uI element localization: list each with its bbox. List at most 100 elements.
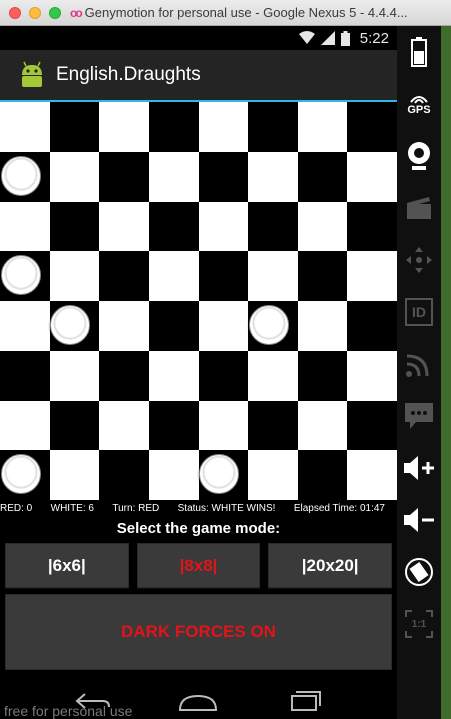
device-id-button[interactable]: ID (397, 286, 441, 338)
board-square[interactable] (99, 102, 149, 152)
board-square[interactable] (297, 102, 348, 152)
board-square[interactable] (49, 151, 100, 202)
board-square[interactable] (297, 350, 348, 401)
board-square[interactable] (99, 151, 149, 202)
app-title: English.Draughts (56, 64, 201, 85)
board-square[interactable] (0, 400, 50, 451)
game-info-bar: RED: 0 WHITE: 6 Turn: RED Status: WHITE … (0, 500, 397, 516)
board-square[interactable] (49, 400, 100, 451)
board-square[interactable] (297, 201, 348, 252)
board-square[interactable] (248, 350, 298, 401)
board-square[interactable] (347, 102, 397, 152)
webcam-button[interactable] (397, 130, 441, 182)
board-square[interactable] (297, 251, 348, 301)
white-piece[interactable] (50, 304, 91, 345)
board-square[interactable] (99, 251, 149, 301)
mode-8x8-button[interactable]: |8x8| (136, 543, 261, 588)
board-square[interactable] (49, 350, 100, 401)
turn-indicator: Turn: RED (112, 502, 160, 514)
board-square[interactable] (148, 350, 199, 401)
board-square[interactable] (248, 151, 298, 202)
board-square[interactable] (0, 201, 50, 252)
white-piece[interactable] (0, 454, 41, 495)
board-square[interactable] (99, 450, 149, 500)
white-piece[interactable] (0, 255, 41, 296)
window-title-text: Genymotion for personal use - Google Nex… (84, 5, 408, 20)
board-square[interactable] (347, 301, 397, 351)
board-square[interactable] (347, 151, 397, 202)
rotate-button[interactable] (397, 546, 441, 598)
board-square[interactable] (248, 301, 298, 351)
window-maximize-button[interactable] (49, 6, 61, 19)
screencast-button[interactable] (397, 182, 441, 234)
webcam-icon (408, 142, 430, 170)
window-minimize-button[interactable] (29, 6, 41, 19)
board-square[interactable] (148, 450, 199, 500)
board-square[interactable] (297, 400, 348, 451)
white-piece[interactable] (199, 454, 240, 495)
board-square[interactable] (297, 450, 348, 500)
window-controls (0, 6, 61, 19)
board-square[interactable] (148, 201, 199, 252)
board-square[interactable] (248, 400, 298, 451)
board-square[interactable] (0, 301, 50, 351)
board-square[interactable] (0, 450, 50, 500)
board-square[interactable] (198, 201, 249, 252)
rss-icon (406, 354, 429, 377)
board-square[interactable] (198, 251, 249, 301)
board-square[interactable] (99, 301, 149, 351)
board-square[interactable] (99, 350, 149, 401)
board-square[interactable] (49, 301, 100, 351)
board-square[interactable] (347, 450, 397, 500)
volume-up-button[interactable] (397, 442, 441, 494)
battery-widget-button[interactable] (397, 26, 441, 78)
gps-button[interactable]: GPS (397, 78, 441, 130)
dark-forces-button[interactable]: DARK FORCES ON (5, 594, 392, 670)
board-square[interactable] (347, 201, 397, 252)
mode-6x6-button[interactable]: |6x6| (5, 543, 129, 588)
board-square[interactable] (49, 251, 100, 301)
board-square[interactable] (297, 151, 348, 202)
board-square[interactable] (347, 400, 397, 451)
white-piece[interactable] (0, 155, 41, 196)
white-piece[interactable] (248, 304, 289, 345)
board-square[interactable] (49, 102, 100, 152)
board-square[interactable] (198, 450, 249, 500)
board-square[interactable] (148, 301, 199, 351)
board-square[interactable] (297, 301, 348, 351)
board-square[interactable] (198, 102, 249, 152)
recent-apps-icon[interactable] (284, 690, 324, 712)
board-square[interactable] (99, 400, 149, 451)
board-square[interactable] (347, 350, 397, 401)
board-square[interactable] (347, 251, 397, 301)
board-square[interactable] (0, 251, 50, 301)
board-square[interactable] (49, 450, 100, 500)
board-square[interactable] (198, 400, 249, 451)
board-square[interactable] (148, 151, 199, 202)
network-button[interactable] (397, 338, 441, 390)
board-square[interactable] (198, 350, 249, 401)
board-square[interactable] (198, 301, 249, 351)
board-square[interactable] (148, 400, 199, 451)
draughts-board[interactable] (0, 102, 397, 500)
gps-label: GPS (407, 104, 431, 116)
remote-control-button[interactable] (397, 234, 441, 286)
board-square[interactable] (248, 102, 298, 152)
volume-down-button[interactable] (397, 494, 441, 546)
board-square[interactable] (248, 450, 298, 500)
board-square[interactable] (148, 251, 199, 301)
mode-20x20-button[interactable]: |20x20| (268, 543, 393, 588)
board-square[interactable] (248, 251, 298, 301)
board-square[interactable] (99, 201, 149, 252)
pixel-perfect-button[interactable]: 1:1 (397, 598, 441, 650)
board-square[interactable] (0, 350, 50, 401)
board-square[interactable] (0, 151, 50, 202)
board-square[interactable] (49, 201, 100, 252)
board-square[interactable] (248, 201, 298, 252)
sms-button[interactable] (397, 390, 441, 442)
board-square[interactable] (148, 102, 199, 152)
board-square[interactable] (0, 102, 50, 152)
home-icon[interactable] (178, 690, 218, 712)
window-close-button[interactable] (9, 6, 21, 19)
board-square[interactable] (198, 151, 249, 202)
